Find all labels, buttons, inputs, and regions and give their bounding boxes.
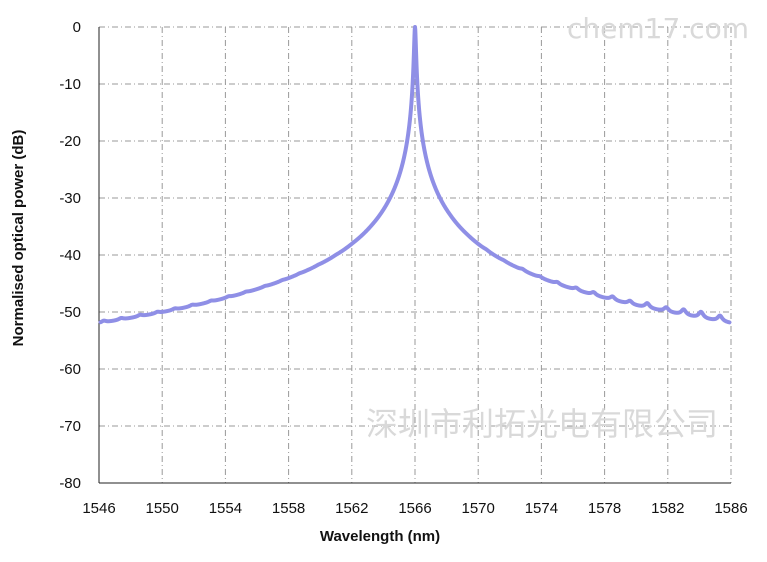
y-tick-labels: 0 -10 -20 -30 -40 -50 -60 -70 -80: [59, 19, 81, 492]
x-tick-label: 1550: [146, 500, 179, 517]
x-tick-label: 1566: [398, 500, 431, 517]
watermark-bottom: 深圳市利拓光电有限公司: [366, 405, 718, 443]
y-tick-label: -70: [59, 418, 81, 435]
x-tick-label: 1562: [335, 500, 368, 517]
x-tick-label: 1570: [462, 500, 495, 517]
y-tick-label: -40: [59, 247, 81, 264]
x-tick-label: 1546: [82, 500, 115, 517]
x-tick-label: 1558: [272, 500, 305, 517]
watermark-top: chem17.com: [567, 12, 749, 45]
y-tick-label: -30: [59, 190, 81, 207]
x-tick-label: 1578: [588, 500, 621, 517]
y-tick-label: -20: [59, 133, 81, 150]
x-tick-label: 1582: [651, 500, 684, 517]
x-tick-label: 1586: [714, 500, 747, 517]
y-tick-label: -50: [59, 304, 81, 321]
y-axis-title: Normalised optical power (dB): [10, 130, 27, 347]
x-tick-label: 1554: [209, 500, 242, 517]
optical-spectrum-chart: 1546 1550 1554 1558 1562 1566 1570 1574 1578 1582…: [10, 12, 749, 545]
y-tick-label: -60: [59, 361, 81, 378]
y-tick-label: -80: [59, 475, 81, 492]
y-tick-label: 0: [73, 19, 81, 36]
x-axis-title: Wavelength (nm): [320, 528, 440, 545]
y-tick-label: -10: [59, 76, 81, 93]
x-tick-labels: 1546 1550 1554 1558 1562 1566 1570 1574 1578 1582…: [82, 500, 747, 517]
x-tick-label: 1574: [525, 500, 558, 517]
